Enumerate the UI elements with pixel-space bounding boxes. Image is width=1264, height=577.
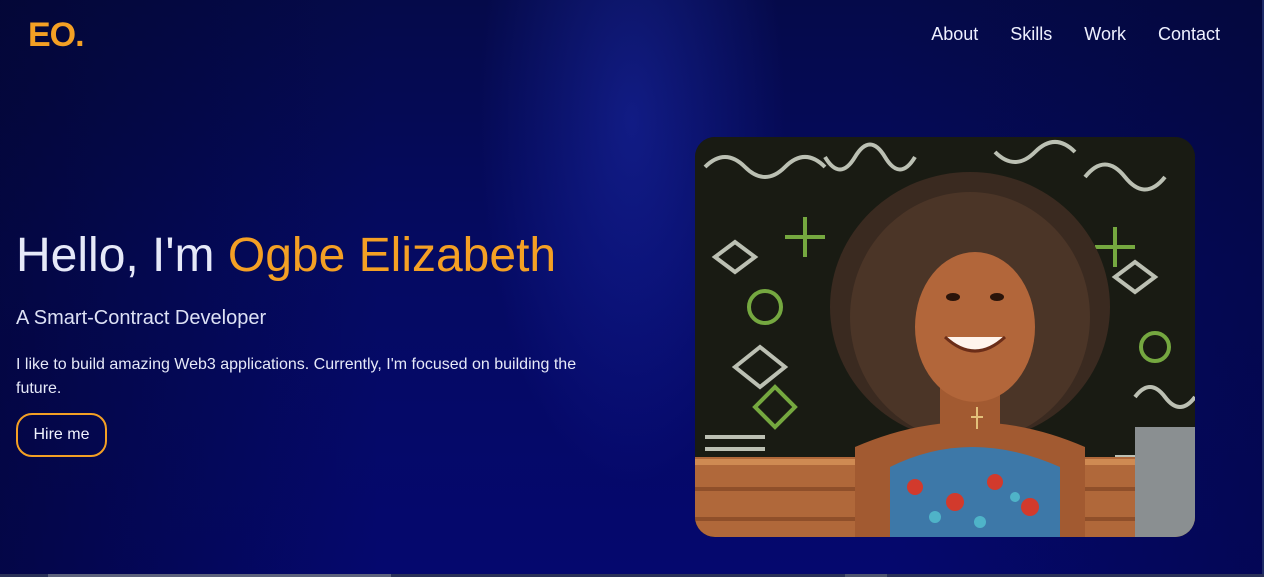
- nav-link-about[interactable]: About: [931, 24, 978, 45]
- hero-subtitle: A Smart-Contract Developer: [16, 307, 267, 329]
- hero-title: Hello, I'm Ogbe Elizabeth: [16, 228, 556, 283]
- hire-me-button[interactable]: Hire me: [16, 413, 107, 457]
- hero-bio: I like to build amazing Web3 application…: [16, 356, 577, 397]
- nav-link-work[interactable]: Work: [1084, 24, 1126, 45]
- hero-name: Ogbe Elizabeth: [227, 229, 557, 282]
- site-logo[interactable]: EO.: [28, 16, 85, 55]
- hero-greeting: Hello, I'm: [16, 229, 228, 282]
- portfolio-page: EO. About Skills Work Contact Hello, I'm…: [0, 0, 1264, 577]
- nav-link-contact[interactable]: Contact: [1158, 24, 1220, 45]
- nav-link-skills[interactable]: Skills: [1010, 24, 1052, 45]
- main-nav: About Skills Work Contact: [931, 24, 1220, 45]
- profile-photo: [695, 137, 1195, 537]
